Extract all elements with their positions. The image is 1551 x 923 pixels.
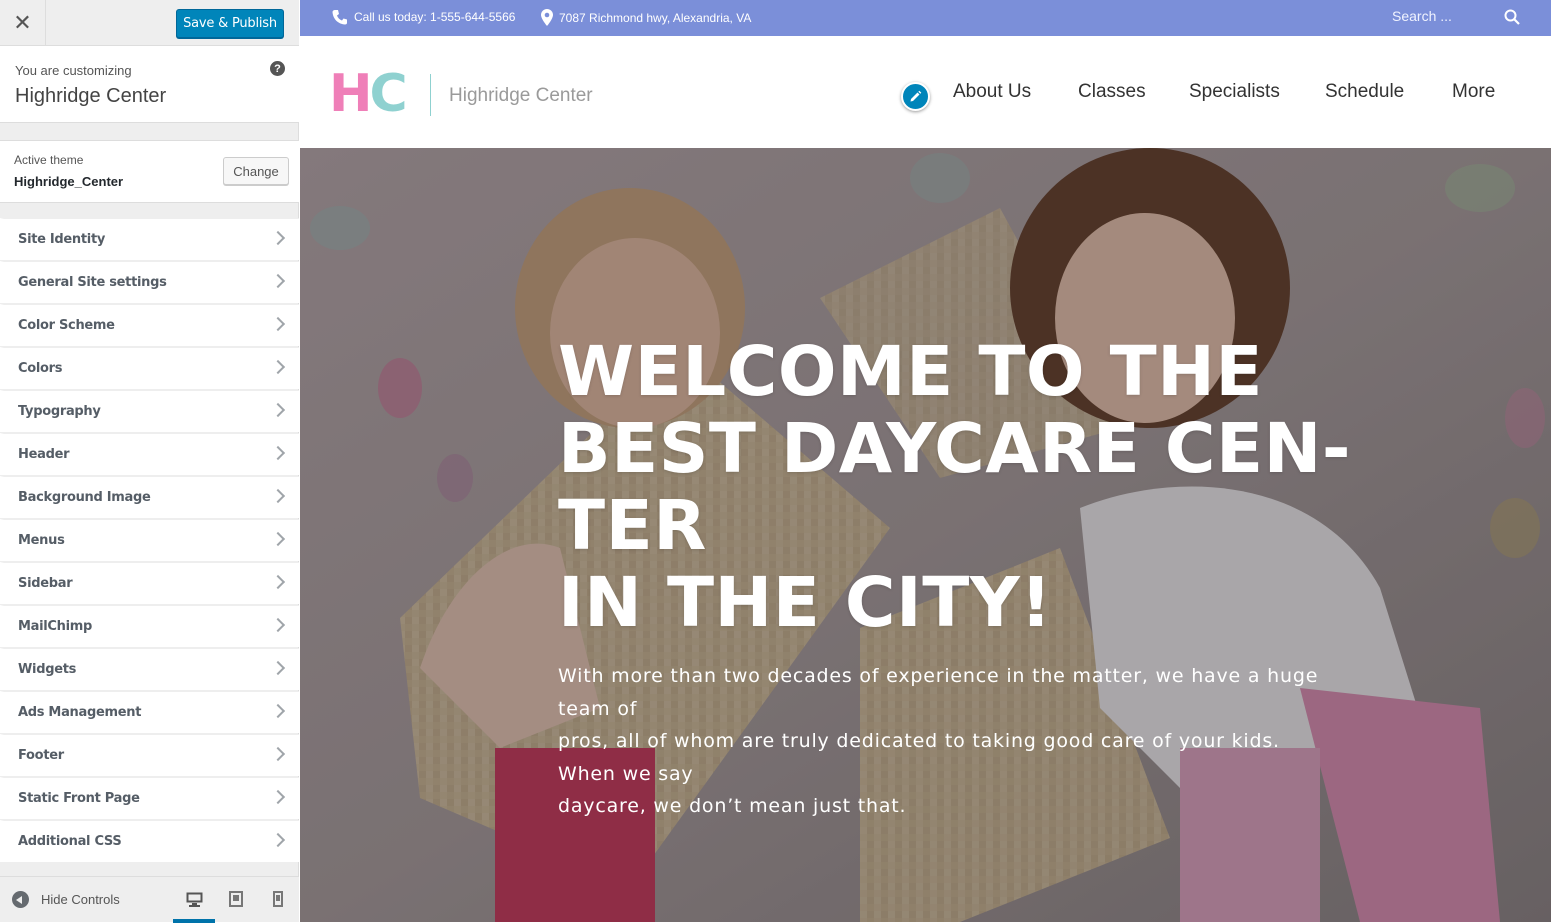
hero-text-line: With more than two decades of experience… [558,665,1319,687]
section-site-identity[interactable]: Site Identity [0,218,299,260]
section-label: Ads Management [18,705,142,720]
chevron-right-icon [270,445,286,461]
section-label: Footer [18,748,64,763]
nav-classes[interactable]: Classes [1078,81,1146,103]
phone-icon [332,9,348,25]
section-additional-css[interactable]: Additional CSS [0,820,299,862]
site-logo[interactable]: HC [329,64,408,124]
section-label: Header [18,447,70,462]
help-icon[interactable]: ? [270,61,285,76]
chevron-right-icon [270,789,286,805]
hero-title-line: TER [558,486,707,566]
logo-divider [430,74,431,116]
customizing-site-title: Highridge Center [15,85,167,107]
section-menus[interactable]: Menus [0,519,299,561]
section-label: Site Identity [18,232,106,247]
tablet-icon[interactable] [226,889,246,909]
section-label: General Site settings [18,275,167,290]
section-label: Widgets [18,662,77,677]
site-search-input[interactable]: Search ... [1392,8,1452,24]
section-label: Colors [18,361,63,376]
chevron-right-icon [270,402,286,418]
section-colors[interactable]: Colors [0,347,299,389]
nav-schedule[interactable]: Schedule [1325,81,1404,103]
customizer-sidebar: ✕ Save & Publish You are customizing Hig… [0,0,299,923]
section-label: Color Scheme [18,318,115,333]
desktop-icon[interactable] [173,889,215,923]
section-header[interactable]: Header [0,433,299,475]
search-icon[interactable] [1504,9,1520,30]
map-pin-icon [541,9,553,26]
chevron-right-icon [270,273,286,289]
chevron-right-icon [270,703,286,719]
customizer-sections: Site Identity General Site settings Colo… [0,218,299,863]
active-theme-label: Active theme [14,153,84,167]
hero-title-line: WELCOME TO THE [558,332,1264,412]
section-label: Typography [18,404,101,419]
save-publish-button[interactable]: Save & Publish [176,9,284,38]
section-label: Additional CSS [18,834,122,849]
section-footer[interactable]: Footer [0,734,299,776]
section-color-scheme[interactable]: Color Scheme [0,304,299,346]
hero-text-line: team of [558,697,638,720]
hero-text-line: daycare, we don’t mean just that. [558,795,907,817]
change-theme-button[interactable]: Change [223,157,289,185]
edit-menu-pencil-icon[interactable] [901,82,930,111]
nav-specialists[interactable]: Specialists [1189,81,1280,103]
topbar-phone: Call us today: 1-555-644-5566 [332,9,515,25]
hero-title: WELCOME TO THE BEST DAYCARE CEN- TER IN … [558,332,1352,643]
section-label: Sidebar [18,576,73,591]
section-static-front-page[interactable]: Static Front Page [0,777,299,819]
hide-controls-button[interactable]: Hide Controls [12,891,120,908]
site-preview: Call us today: 1-555-644-5566 7087 Richm… [300,0,1551,922]
close-icon[interactable]: ✕ [0,0,46,46]
collapse-arrow-icon [12,891,29,908]
hero-title-line: BEST DAYCARE CEN- [558,409,1352,489]
mobile-icon[interactable] [268,889,288,909]
hero-section: WELCOME TO THE BEST DAYCARE CEN- TER IN … [300,148,1551,922]
active-theme-name: Highridge_Center [14,174,124,189]
section-label: Static Front Page [18,791,140,806]
section-general-site-settings[interactable]: General Site settings [0,261,299,303]
site-topbar: Call us today: 1-555-644-5566 7087 Richm… [300,0,1551,36]
logo-letter-h: H [329,64,372,124]
customizing-info: You are customizing Highridge Center ? [0,46,299,123]
chevron-right-icon [270,832,286,848]
chevron-right-icon [270,230,286,246]
hero-text-line: When we say [558,762,694,785]
topbar-address-text: 7087 Richmond hwy, Alexandria, VA [559,10,752,25]
nav-more[interactable]: More [1452,81,1495,103]
chevron-right-icon [270,574,286,590]
hide-controls-label: Hide Controls [41,892,120,907]
customizer-footer: Hide Controls [0,876,299,923]
hero-description: With more than two decades of experience… [558,660,1318,823]
hero-title-line: IN THE CITY! [558,563,1053,643]
section-label: Menus [18,533,65,548]
active-theme-panel: Active theme Highridge_Center Change [0,140,299,203]
logo-letter-c: C [369,64,408,124]
topbar-phone-text: Call us today: 1-555-644-5566 [354,10,516,24]
logo-site-name: Highridge Center [449,85,593,106]
site-header: HC Highridge Center About Us Classes Spe… [300,36,1551,148]
chevron-right-icon [270,531,286,547]
chevron-right-icon [270,359,286,375]
hero-text-line: pros, all of whom are truly dedicated to… [558,730,1280,752]
section-mailchimp[interactable]: MailChimp [0,605,299,647]
chevron-right-icon [270,617,286,633]
nav-about-us[interactable]: About Us [953,81,1031,103]
customizer-header: ✕ Save & Publish [0,0,299,46]
chevron-right-icon [270,488,286,504]
section-background-image[interactable]: Background Image [0,476,299,518]
topbar-address: 7087 Richmond hwy, Alexandria, VA [541,9,751,26]
chevron-right-icon [270,746,286,762]
section-ads-management[interactable]: Ads Management [0,691,299,733]
section-widgets[interactable]: Widgets [0,648,299,690]
section-label: MailChimp [18,619,93,634]
section-sidebar[interactable]: Sidebar [0,562,299,604]
section-label: Background Image [18,490,151,505]
chevron-right-icon [270,316,286,332]
chevron-right-icon [270,660,286,676]
section-typography[interactable]: Typography [0,390,299,432]
customizing-label: You are customizing [15,63,132,78]
